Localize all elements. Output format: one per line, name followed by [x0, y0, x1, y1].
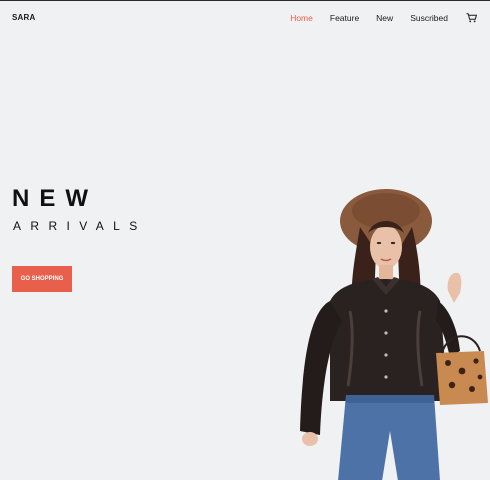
brand-logo[interactable]: SARA: [12, 13, 35, 22]
go-shopping-button[interactable]: GO SHOPPING: [12, 266, 72, 292]
nav-suscribed[interactable]: Suscribed: [410, 13, 448, 23]
nav-feature[interactable]: Feature: [330, 13, 359, 23]
main-nav: Home Feature New Suscribed: [273, 13, 478, 23]
cart-icon[interactable]: [466, 13, 478, 23]
hero-subtitle: ARRIVALS: [13, 219, 147, 233]
hero-title: NEW: [12, 185, 98, 212]
model-photo: [300, 189, 488, 480]
nav-home[interactable]: Home: [290, 13, 313, 23]
nav-new[interactable]: New: [376, 13, 393, 23]
landing-page: SARA Home Feature New Suscribed NEW ARRI…: [0, 0, 490, 480]
